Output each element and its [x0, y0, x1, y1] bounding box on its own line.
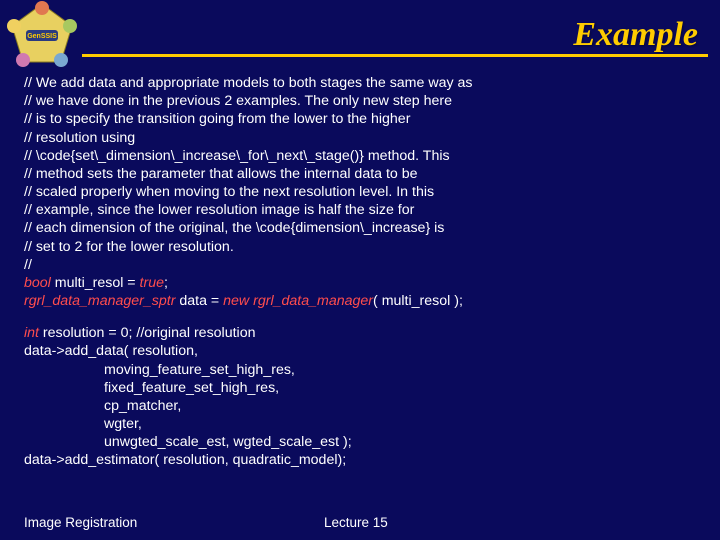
comment-line: // set to 2 for the lower resolution. — [24, 238, 700, 256]
comment-line: // example, since the lower resolution i… — [24, 201, 700, 219]
title-underline — [82, 54, 708, 57]
comment-line: // we have done in the previous 2 exampl… — [24, 92, 700, 110]
code-text: resolution = 0; //original resolution — [39, 325, 255, 341]
footer: Image Registration Lecture 15 — [24, 515, 696, 530]
code-text: data = — [175, 293, 223, 309]
code-line: fixed_feature_set_high_res, — [24, 379, 700, 397]
keyword-true: true — [140, 275, 164, 291]
code-line: moving_feature_set_high_res, — [24, 361, 700, 379]
code-line: rgrl_data_manager_sptr data = new rgrl_d… — [24, 292, 700, 310]
comment-line: // scaled properly when moving to the ne… — [24, 183, 700, 201]
type-name: rgrl_data_manager_sptr — [24, 293, 175, 309]
footer-left: Image Registration — [24, 515, 137, 530]
code-line: data->add_estimator( resolution, quadrat… — [24, 451, 700, 469]
code-line: int resolution = 0; //original resolutio… — [24, 324, 700, 342]
slide-content: // We add data and appropriate models to… — [24, 74, 700, 470]
code-line: data->add_data( resolution, — [24, 342, 700, 360]
type-name: rgrl_data_manager — [253, 293, 373, 309]
code-line: unwgted_scale_est, wgted_scale_est ); — [24, 433, 700, 451]
comment-line: // We add data and appropriate models to… — [24, 74, 700, 92]
code-line: cp_matcher, — [24, 397, 700, 415]
keyword-int: int — [24, 325, 39, 341]
keyword-new: new — [223, 293, 249, 309]
blank-line — [24, 310, 700, 324]
comment-line: // resolution using — [24, 129, 700, 147]
comment-line: // — [24, 256, 700, 274]
code-line: bool multi_resol = true; — [24, 274, 700, 292]
keyword-bool: bool — [24, 275, 51, 291]
code-text: ( multi_resol ); — [373, 293, 463, 309]
comment-line: // method sets the parameter that allows… — [24, 165, 700, 183]
slide-title: Example — [573, 16, 698, 54]
footer-center: Lecture 15 — [324, 515, 388, 530]
comment-line: // is to specify the transition going fr… — [24, 110, 700, 128]
comment-line: // each dimension of the original, the \… — [24, 219, 700, 237]
code-text: ; — [164, 275, 168, 291]
code-text: multi_resol = — [51, 275, 140, 291]
comment-line: // \code{set\_dimension\_increase\_for\_… — [24, 147, 700, 165]
code-line: wgter, — [24, 415, 700, 433]
